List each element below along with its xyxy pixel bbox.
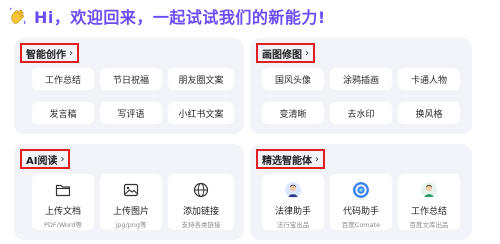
chevron-right-icon: › — [60, 153, 65, 165]
panel-smart-create: 智能创作 › 工作总结 节日祝福 朋友圈文案 发言稿 写评语 小红书文案 — [14, 38, 244, 134]
card-name: 法律助手 — [274, 207, 311, 217]
card-name: 代码助手 — [342, 207, 379, 217]
chip-write-comment[interactable]: 写评语 — [100, 102, 162, 124]
chip-guofeng-avatar[interactable]: 国风头像 — [262, 68, 324, 90]
greeting-text: Hi，欢迎回来，一起试试我们的新能力! — [34, 8, 326, 27]
chip-work-summary[interactable]: 工作总结 — [32, 68, 94, 90]
card-subtitle: PDF/Word等 — [43, 221, 83, 229]
chip-holiday-greeting[interactable]: 节日祝福 — [100, 68, 162, 90]
card-upload-image[interactable]: 上传图片 jpg/png等 — [100, 174, 162, 230]
chevron-right-icon: › — [315, 153, 319, 165]
chevron-right-icon: › — [305, 47, 309, 59]
panel-agents: 精选智能体 › 法律助手 法行宝出品 代码助手 百度Comate 工作总结 百度… — [250, 144, 472, 240]
globe-icon — [191, 180, 211, 200]
chip-moments-copy[interactable]: 朋友圈文案 — [168, 68, 234, 90]
card-name: 上传图片 — [112, 207, 149, 217]
card-name: 上传文档 — [44, 207, 81, 217]
panel-title-label: 精选智能体 — [262, 155, 312, 167]
card-code-assistant[interactable]: 代码助手 百度Comate — [330, 174, 392, 230]
panel-ai-read: AI阅读 › 上传文档 PDF/Word等 上传图片 jpg/png等 添加链接… — [14, 144, 244, 240]
chip-remove-watermark[interactable]: 去水印 — [330, 102, 392, 124]
chip-change-style[interactable]: 换风格 — [398, 102, 460, 124]
lawyer-avatar-icon — [283, 180, 303, 200]
comate-logo-icon — [351, 180, 371, 200]
card-subtitle: 百度文库出品 — [409, 221, 449, 229]
panel-title-label: AI阅读 — [26, 155, 58, 167]
card-add-link[interactable]: 添加链接 支持各类链接 — [168, 174, 234, 230]
chip-doodle-illustration[interactable]: 涂鸦插画 — [330, 68, 392, 90]
panel-title-label: 画图修图 — [262, 49, 302, 61]
worker-avatar-icon — [419, 180, 439, 200]
image-icon — [121, 180, 141, 200]
greeting-header: Hi，欢迎回来，一起试试我们的新能力! — [8, 4, 326, 28]
card-subtitle: 法行宝出品 — [276, 221, 310, 229]
panel-title-smart-create[interactable]: 智能创作 › — [20, 43, 79, 63]
panel-title-image-edit[interactable]: 画图修图 › — [256, 43, 315, 63]
card-legal-assistant[interactable]: 法律助手 法行宝出品 — [262, 174, 324, 230]
panel-title-ai-read[interactable]: AI阅读 › — [20, 149, 71, 169]
chip-xiaohongshu-copy[interactable]: 小红书文案 — [168, 102, 234, 124]
card-work-summary-agent[interactable]: 工作总结 百度文库出品 — [398, 174, 460, 230]
card-subtitle: 百度Comate — [341, 221, 381, 229]
card-upload-document[interactable]: 上传文档 PDF/Word等 — [32, 174, 94, 230]
card-subtitle: jpg/png等 — [115, 221, 147, 229]
chip-cartoon-character[interactable]: 卡通人物 — [398, 68, 460, 90]
card-name: 工作总结 — [410, 207, 447, 217]
panel-title-agents[interactable]: 精选智能体 › — [256, 149, 325, 169]
chip-speech-draft[interactable]: 发言稿 — [32, 102, 94, 124]
card-name: 添加链接 — [182, 207, 219, 217]
chevron-right-icon: › — [69, 47, 73, 59]
chip-sharpen[interactable]: 变清晰 — [262, 102, 324, 124]
panel-title-label: 智能创作 — [26, 49, 66, 61]
waving-hand-icon — [10, 7, 26, 25]
card-subtitle: 支持各类链接 — [181, 221, 221, 229]
panel-image-edit: 画图修图 › 国风头像 涂鸦插画 卡通人物 变清晰 去水印 换风格 — [250, 38, 472, 134]
folder-icon — [53, 180, 73, 200]
